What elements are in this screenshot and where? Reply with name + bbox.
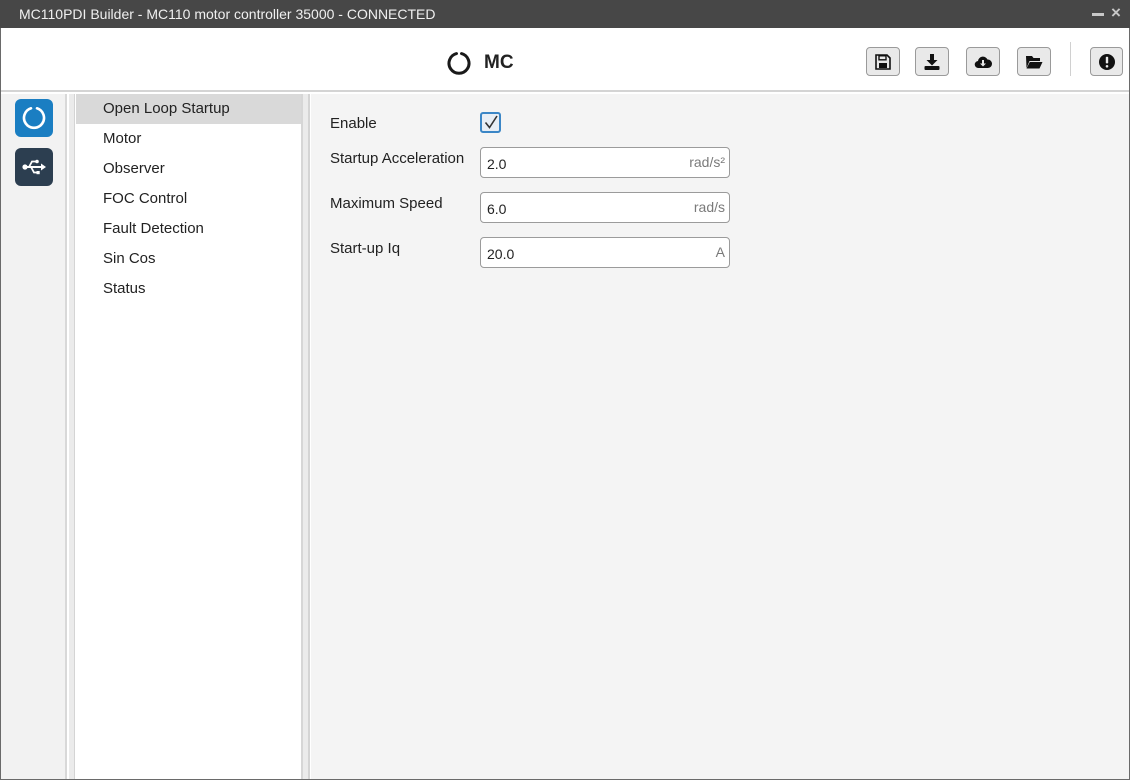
title-bar: MC110PDI Builder - MC110 motor controlle… bbox=[0, 0, 1130, 28]
menu-item-sin-cos[interactable]: Sin Cos bbox=[76, 244, 301, 274]
startup-iq-unit: A bbox=[715, 244, 725, 260]
settings-panel: Enable Startup Acceleration 2.0 rad/s² M… bbox=[311, 94, 1129, 779]
menu-item-open-loop-startup[interactable]: Open Loop Startup bbox=[76, 94, 301, 124]
mc-icon bbox=[22, 107, 46, 130]
brand-title: MC bbox=[484, 52, 514, 73]
minimize-button[interactable] bbox=[1090, 4, 1106, 22]
left-icon-rail bbox=[1, 94, 67, 779]
menu-item-motor[interactable]: Motor bbox=[76, 124, 301, 154]
startup-iq-label: Start-up Iq bbox=[330, 240, 401, 257]
enable-label: Enable bbox=[330, 115, 377, 132]
toolbar-separator bbox=[1070, 42, 1071, 76]
menu-item-observer[interactable]: Observer bbox=[76, 154, 301, 184]
floppy-disk-icon bbox=[875, 53, 891, 70]
menu-splitter bbox=[69, 94, 75, 779]
content-splitter bbox=[303, 94, 310, 779]
download-icon bbox=[924, 53, 940, 70]
maximum-speed-value: 6.0 bbox=[487, 201, 507, 217]
folder-open-icon bbox=[1026, 55, 1043, 68]
save-button[interactable] bbox=[866, 47, 900, 76]
menu-item-foc-control[interactable]: FOC Control bbox=[76, 184, 301, 214]
app-header: MC bbox=[1, 28, 1129, 92]
startup-acceleration-input[interactable]: 2.0 rad/s² bbox=[480, 147, 730, 178]
cloud-download-icon bbox=[974, 56, 992, 68]
enable-checkbox[interactable] bbox=[480, 112, 501, 133]
maximum-speed-unit: rad/s bbox=[693, 199, 725, 215]
download-button[interactable] bbox=[915, 47, 949, 76]
menu-item-status[interactable]: Status bbox=[76, 274, 301, 304]
close-button[interactable]: × bbox=[1108, 4, 1124, 22]
cloud-download-button[interactable] bbox=[966, 47, 1000, 76]
usb-icon bbox=[22, 159, 46, 175]
window-title: MC110PDI Builder - MC110 motor controlle… bbox=[19, 6, 436, 22]
mc-logo-icon bbox=[447, 52, 471, 75]
info-button[interactable] bbox=[1090, 47, 1123, 76]
startup-acceleration-value: 2.0 bbox=[487, 156, 507, 172]
maximum-speed-input[interactable]: 6.0 rad/s bbox=[480, 192, 730, 223]
rail-item-usb[interactable] bbox=[15, 148, 53, 186]
startup-acceleration-label: Startup Acceleration bbox=[330, 150, 465, 167]
rail-item-mc[interactable] bbox=[15, 99, 53, 137]
menu-item-fault-detection[interactable]: Fault Detection bbox=[76, 214, 301, 244]
exclamation-icon bbox=[1098, 53, 1115, 70]
maximum-speed-label: Maximum Speed bbox=[330, 195, 443, 212]
startup-iq-input[interactable]: 20.0 A bbox=[480, 237, 730, 268]
section-menu: Open Loop Startup Motor Observer FOC Con… bbox=[76, 94, 303, 779]
open-folder-button[interactable] bbox=[1017, 47, 1051, 76]
checkmark-icon bbox=[484, 115, 498, 129]
startup-iq-value: 20.0 bbox=[487, 246, 515, 262]
startup-acceleration-unit: rad/s² bbox=[689, 154, 725, 170]
minimize-icon bbox=[1092, 13, 1104, 16]
